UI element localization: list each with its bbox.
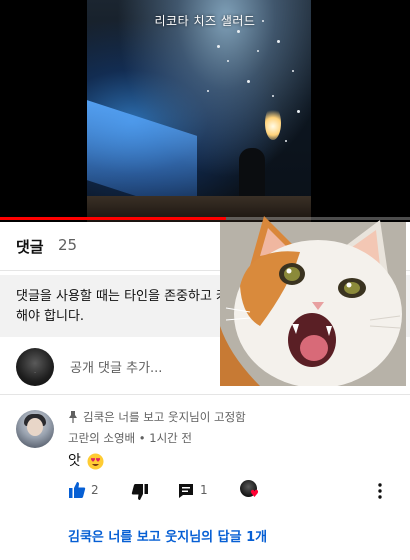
creator-heart-badge: ♥: [240, 480, 262, 502]
add-comment-input[interactable]: [70, 358, 230, 378]
comment-meta: 고란의 소영배 • 1시간 전: [68, 430, 192, 446]
avatar-mark: ·: [34, 370, 36, 376]
confetti: [237, 30, 240, 33]
pinned-label: 김쿡은 너를 보고 웃지님이 고정함: [83, 410, 246, 424]
confetti: [285, 140, 287, 142]
comment-author[interactable]: 고란의 소영배: [68, 431, 135, 445]
view-replies-link[interactable]: 김쿡은 너를 보고 웃지님의 답글 1개: [68, 526, 267, 545]
comment-time: 1시간 전: [149, 431, 192, 445]
dislike-icon[interactable]: [131, 483, 149, 501]
comment-text: 앗: [68, 453, 81, 469]
confetti: [257, 50, 259, 52]
pin-icon: [69, 411, 77, 423]
avatar-face: [27, 418, 43, 436]
user-avatar: ·: [16, 348, 54, 386]
reply-count: 1: [200, 483, 208, 497]
pyrotechnic-flame: [265, 106, 281, 140]
video-caption: 리코타 치즈 샐러드: [154, 14, 256, 28]
confetti: [247, 80, 250, 83]
progress-fill: [0, 217, 226, 220]
comment-body: 앗: [68, 450, 104, 470]
video-player[interactable]: 리코타 치즈 샐러드: [0, 0, 410, 222]
confetti: [292, 70, 294, 72]
heart-icon: ♥: [250, 489, 259, 500]
confetti: [272, 95, 274, 97]
like-count: 2: [91, 483, 99, 497]
reply-icon[interactable]: [177, 482, 195, 500]
like-icon[interactable]: [68, 481, 86, 499]
comments-title: 댓글: [16, 238, 44, 256]
pinned-indicator: 김쿡은 너를 보고 웃지님이 고정함: [68, 409, 246, 425]
meta-separator: •: [138, 431, 146, 445]
commenter-avatar[interactable]: [16, 410, 54, 448]
screaming-cat-sticker: [220, 216, 406, 386]
confetti: [217, 45, 220, 48]
heart-eyes-emoji: [87, 453, 104, 469]
video-frame: [87, 0, 311, 222]
comments-count: 25: [58, 236, 78, 254]
confetti: [207, 90, 209, 92]
confetti: [227, 60, 229, 62]
divider: [0, 394, 410, 395]
confetti: [297, 110, 300, 113]
more-options-icon[interactable]: [372, 481, 388, 501]
confetti: [277, 40, 280, 43]
